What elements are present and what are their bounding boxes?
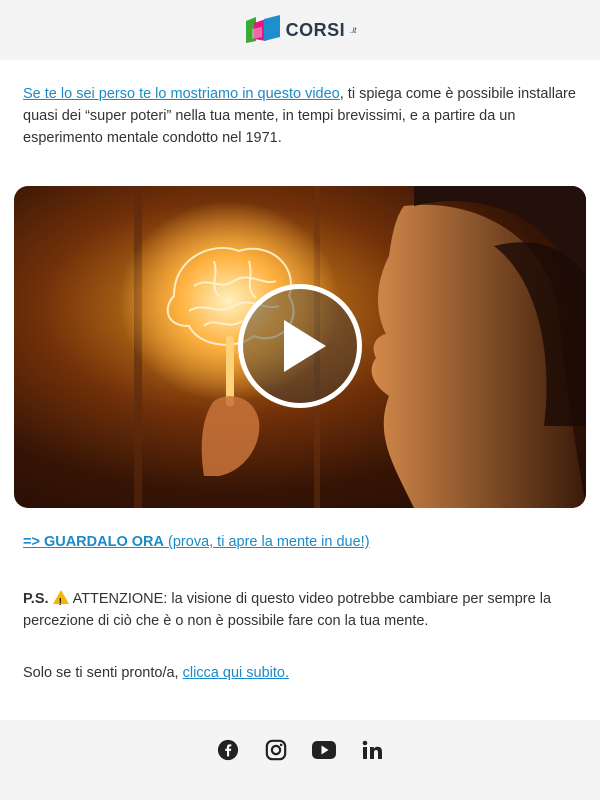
- ps-label: P.S.: [23, 591, 49, 607]
- video-thumbnail[interactable]: [14, 186, 586, 508]
- youtube-icon[interactable]: [312, 738, 336, 762]
- instagram-icon[interactable]: [264, 738, 288, 762]
- linkedin-icon[interactable]: [360, 738, 384, 762]
- cta-paragraph: => GUARDALO ORA (prova, ti apre la mente…: [23, 531, 577, 553]
- corsi-logo-mark-icon: [245, 15, 280, 43]
- facebook-icon[interactable]: [216, 738, 240, 762]
- social-footer: [0, 720, 600, 800]
- watch-now-label: => GUARDALO ORA: [23, 534, 164, 550]
- play-icon: [284, 320, 326, 372]
- play-button[interactable]: [238, 284, 362, 408]
- final-paragraph: Solo se ti senti pronto/a, clicca qui su…: [23, 662, 577, 684]
- brand-suffix: .it: [350, 25, 357, 35]
- ps-text: ATTENZIONE: la visione di questo video p…: [23, 591, 552, 629]
- brand-name: CORSI: [285, 19, 346, 40]
- corsi-logo[interactable]: CORSI .it: [244, 15, 357, 45]
- intro-video-link[interactable]: Se te lo sei perso te lo mostriamo in qu…: [23, 86, 340, 102]
- email-header: CORSI .it: [0, 0, 600, 60]
- intro-paragraph: Se te lo sei perso te lo mostriamo in qu…: [23, 83, 577, 149]
- click-here-link[interactable]: clicca qui subito.: [183, 665, 289, 681]
- watch-now-subtext: (prova, ti apre la mente in due!): [164, 534, 370, 550]
- ps-paragraph: P.S. ATTENZIONE: la visione di questo vi…: [23, 588, 577, 632]
- warning-icon: [52, 590, 69, 614]
- final-text: Solo se ti senti pronto/a,: [23, 665, 183, 681]
- watch-now-link[interactable]: => GUARDALO ORA (prova, ti apre la mente…: [23, 534, 370, 550]
